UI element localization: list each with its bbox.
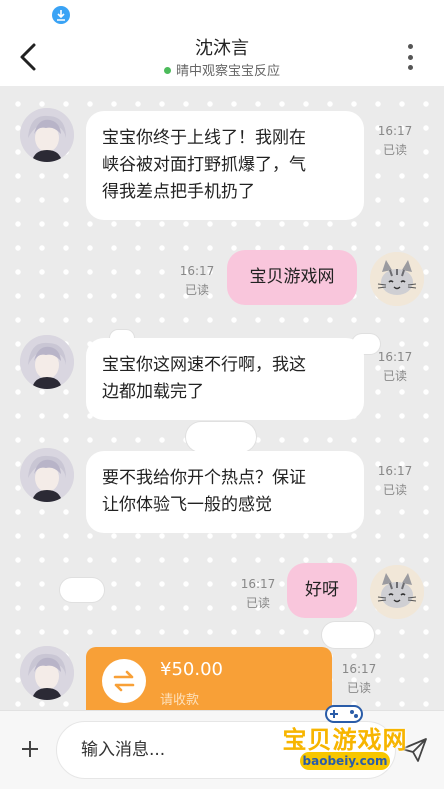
transfer-amount: ¥50.00: [160, 659, 223, 680]
read-status: 已读: [245, 596, 270, 610]
message-bubble: 宝宝你这网速不行啊，我这 边都加载完了: [86, 338, 364, 420]
message-time: 16:17: [377, 464, 413, 478]
message-meta: 16:17 已读: [338, 660, 380, 698]
user-avatar[interactable]: [370, 565, 424, 619]
transfer-icon: [102, 659, 146, 703]
message-meta: 16:17 已读: [374, 348, 416, 386]
message-time: 16:17: [240, 577, 276, 591]
message-time: 16:17: [341, 662, 377, 676]
message-meta: 16:17 已读: [374, 462, 416, 500]
plus-icon: [22, 741, 38, 757]
contact-avatar[interactable]: [20, 646, 74, 700]
contact-name: 沈沐言: [195, 38, 249, 59]
read-status: 已读: [184, 283, 209, 297]
read-status: 已读: [346, 681, 371, 695]
chat-header: 沈沐言 晴中观察宝宝反应: [0, 28, 444, 86]
status-bar: [0, 0, 444, 28]
message-line: 让你体验飞一般的感觉: [102, 495, 272, 515]
message-line: 边都加载完了: [102, 382, 204, 402]
message-line: 峡谷被对面打野抓爆了，气: [102, 155, 306, 175]
message-line: 得我差点把手机扔了: [102, 182, 255, 202]
contact-avatar[interactable]: [20, 335, 74, 389]
message-line: 要不我给你开个热点？保证: [102, 468, 306, 488]
message-text: 好呀: [305, 580, 339, 600]
transfer-label: 请收款: [160, 693, 200, 708]
message-text: 宝贝游戏网: [249, 267, 335, 287]
online-dot-icon: [163, 67, 171, 74]
chat-area[interactable]: 宝宝你终于上线了！我刚在 峡谷被对面打野抓爆了，气 得我差点把手机扔了 16:1…: [0, 86, 444, 710]
message-line: 宝宝你终于上线了！我刚在: [102, 128, 306, 148]
more-options-button[interactable]: [402, 42, 418, 72]
contact-status-text: 晴中观察宝宝反应: [175, 64, 280, 79]
watermark-text: 宝贝游戏网: [282, 726, 408, 754]
decor-sticker: [60, 578, 104, 602]
contact-avatar[interactable]: [20, 108, 74, 162]
message-bubble: 好呀: [287, 563, 357, 618]
message-time: 16:17: [377, 124, 413, 138]
message-meta: 16:17 已读: [176, 262, 218, 300]
user-avatar[interactable]: [370, 252, 424, 306]
message-bubble: 要不我给你开个热点？保证 让你体验飞一般的感觉: [86, 451, 364, 533]
contact-avatar[interactable]: [20, 448, 74, 502]
decor-sticker: [186, 422, 256, 452]
read-status: 已读: [382, 483, 407, 497]
message-bubble: 宝贝游戏网: [227, 250, 357, 305]
read-status: 已读: [382, 143, 407, 157]
read-status: 已读: [382, 369, 407, 383]
download-icon[interactable]: [52, 6, 70, 24]
message-time: 16:17: [377, 350, 413, 364]
message-meta: 16:17 已读: [374, 122, 416, 160]
message-meta: 16:17 已读: [237, 575, 279, 613]
message-line: 宝宝你这网速不行啊，我这: [102, 355, 306, 375]
decor-sticker: [322, 622, 374, 648]
contact-status: 晴中观察宝宝反应: [0, 60, 444, 79]
plus-button[interactable]: [16, 735, 44, 763]
message-bubble: 宝宝你终于上线了！我刚在 峡谷被对面打野抓爆了，气 得我差点把手机扔了: [86, 111, 364, 220]
watermark-logo: 宝贝游戏网 baobeiy.com: [270, 698, 430, 778]
message-time: 16:17: [179, 264, 215, 278]
watermark-url: baobeiy.com: [300, 752, 390, 770]
